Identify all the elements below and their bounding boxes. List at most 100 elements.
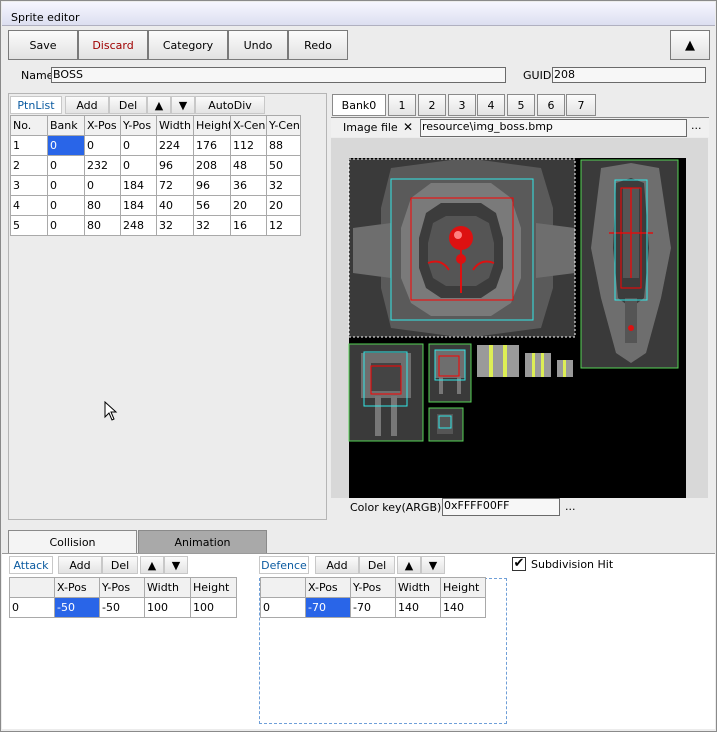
colorkey-browse-button[interactable]: ...	[565, 500, 576, 513]
column-header[interactable]: Bank	[47, 115, 85, 136]
column-header[interactable]: X-Pos	[54, 577, 100, 598]
table-cell[interactable]: 0	[84, 175, 121, 196]
table-cell[interactable]: 176	[193, 135, 231, 156]
subdivision-hit-option[interactable]: ✔ Subdivision Hit	[510, 556, 715, 574]
column-header[interactable]	[9, 577, 55, 598]
guid-field[interactable]: 208	[552, 67, 706, 83]
table-row[interactable]: 1 0 0 0 224 176 112 88	[10, 135, 301, 156]
table-cell[interactable]: 0	[84, 135, 121, 156]
defence-move-up-button[interactable]: ▲	[397, 556, 421, 574]
table-cell[interactable]: 100	[190, 597, 237, 618]
table-cell[interactable]: 0	[9, 597, 55, 618]
table-cell[interactable]: 20	[266, 195, 301, 216]
table-cell[interactable]: 2	[10, 155, 48, 176]
table-cell[interactable]: 0	[120, 135, 157, 156]
column-header[interactable]: Height	[190, 577, 237, 598]
tab-bank-3[interactable]: 3	[448, 94, 476, 116]
table-cell[interactable]: 100	[144, 597, 191, 618]
tab-bank-7[interactable]: 7	[566, 94, 596, 116]
table-cell[interactable]: 1	[10, 135, 48, 156]
column-header[interactable]: Width	[156, 115, 194, 136]
tab-bank-0[interactable]: Bank0	[332, 94, 386, 116]
attack-del-button[interactable]: Del	[102, 556, 138, 574]
table-cell[interactable]: 80	[84, 215, 121, 236]
sprite-sheet-canvas[interactable]	[331, 138, 708, 498]
table-cell[interactable]: 32	[193, 215, 231, 236]
column-header[interactable]: Y-Pos	[350, 577, 396, 598]
attack-move-up-button[interactable]: ▲	[140, 556, 164, 574]
table-cell[interactable]: -70	[305, 597, 351, 618]
name-field[interactable]: BOSS	[51, 67, 506, 83]
table-cell[interactable]: 140	[440, 597, 486, 618]
table-cell[interactable]: 72	[156, 175, 194, 196]
table-cell[interactable]: 224	[156, 135, 194, 156]
table-cell[interactable]: 208	[193, 155, 231, 176]
column-header[interactable]: Y-Pos	[120, 115, 157, 136]
save-button[interactable]: Save	[8, 30, 78, 60]
table-row[interactable]: 4 0 80 184 40 56 20 20	[10, 195, 301, 216]
ptn-move-down-button[interactable]: ▼	[171, 96, 195, 114]
table-cell[interactable]: 80	[84, 195, 121, 216]
table-cell[interactable]: 5	[10, 215, 48, 236]
ptn-del-button[interactable]: Del	[109, 96, 147, 114]
tab-bank-1[interactable]: 1	[388, 94, 416, 116]
table-cell[interactable]: 16	[230, 215, 267, 236]
column-header[interactable]	[260, 577, 306, 598]
table-cell[interactable]: 32	[266, 175, 301, 196]
table-cell[interactable]: 88	[266, 135, 301, 156]
table-cell[interactable]: 0	[47, 215, 85, 236]
ptn-add-button[interactable]: Add	[65, 96, 109, 114]
attack-table[interactable]: X-Pos Y-Pos Width Height 0 -50 -50 100 100	[9, 577, 237, 618]
table-cell[interactable]: 96	[193, 175, 231, 196]
redo-button[interactable]: Redo	[288, 30, 348, 60]
column-header[interactable]: X-Pos	[305, 577, 351, 598]
table-row[interactable]: 0 -50 -50 100 100	[9, 597, 237, 618]
table-row[interactable]: 5 0 80 248 32 32 16 12	[10, 215, 301, 236]
defence-table[interactable]: X-Pos Y-Pos Width Height 0 -70 -70 140 140	[260, 577, 486, 618]
close-icon[interactable]: ✕	[403, 120, 413, 134]
table-cell[interactable]: 0	[260, 597, 306, 618]
table-cell[interactable]: 112	[230, 135, 267, 156]
tab-ptnlist[interactable]: PtnList	[10, 96, 62, 114]
discard-button[interactable]: Discard	[78, 30, 148, 60]
defence-move-down-button[interactable]: ▼	[421, 556, 445, 574]
table-cell[interactable]: 184	[120, 195, 157, 216]
table-cell[interactable]: 4	[10, 195, 48, 216]
table-row[interactable]: 0 -70 -70 140 140	[260, 597, 486, 618]
undo-button[interactable]: Undo	[228, 30, 288, 60]
table-cell[interactable]: 96	[156, 155, 194, 176]
subdivision-hit-checkbox[interactable]: ✔	[512, 557, 526, 571]
column-header[interactable]: Width	[144, 577, 191, 598]
defence-add-button[interactable]: Add	[315, 556, 359, 574]
table-cell[interactable]: 140	[395, 597, 441, 618]
table-cell[interactable]: 20	[230, 195, 267, 216]
column-header[interactable]: X-Pos	[84, 115, 121, 136]
table-cell[interactable]: 232	[84, 155, 121, 176]
pattern-table[interactable]: No. Bank X-Pos Y-Pos Width Height X-Cen Y-Cen 1 0…	[10, 115, 301, 236]
table-cell[interactable]: 0	[120, 155, 157, 176]
table-cell[interactable]: 36	[230, 175, 267, 196]
table-cell[interactable]: 0	[47, 195, 85, 216]
column-header[interactable]: Height	[440, 577, 486, 598]
image-browse-button[interactable]: ...	[691, 119, 702, 132]
table-cell[interactable]: 0	[47, 135, 85, 156]
tab-bank-2[interactable]: 2	[418, 94, 446, 116]
column-header[interactable]: Width	[395, 577, 441, 598]
table-cell[interactable]: 56	[193, 195, 231, 216]
table-cell[interactable]: 3	[10, 175, 48, 196]
tab-animation[interactable]: Animation	[138, 530, 267, 554]
defence-del-button[interactable]: Del	[359, 556, 395, 574]
sprite-canvas-area[interactable]	[331, 138, 708, 498]
table-cell[interactable]: 0	[47, 175, 85, 196]
column-header[interactable]: No.	[10, 115, 48, 136]
table-cell[interactable]: 32	[156, 215, 194, 236]
autodiv-button[interactable]: AutoDiv	[195, 96, 265, 114]
table-cell[interactable]: 0	[47, 155, 85, 176]
table-cell[interactable]: -70	[350, 597, 396, 618]
attack-add-button[interactable]: Add	[58, 556, 102, 574]
collapse-button[interactable]: ▲	[670, 30, 710, 60]
tab-bank-4[interactable]: 4	[477, 94, 505, 116]
category-button[interactable]: Category	[148, 30, 228, 60]
attack-move-down-button[interactable]: ▼	[164, 556, 188, 574]
table-cell[interactable]: 12	[266, 215, 301, 236]
